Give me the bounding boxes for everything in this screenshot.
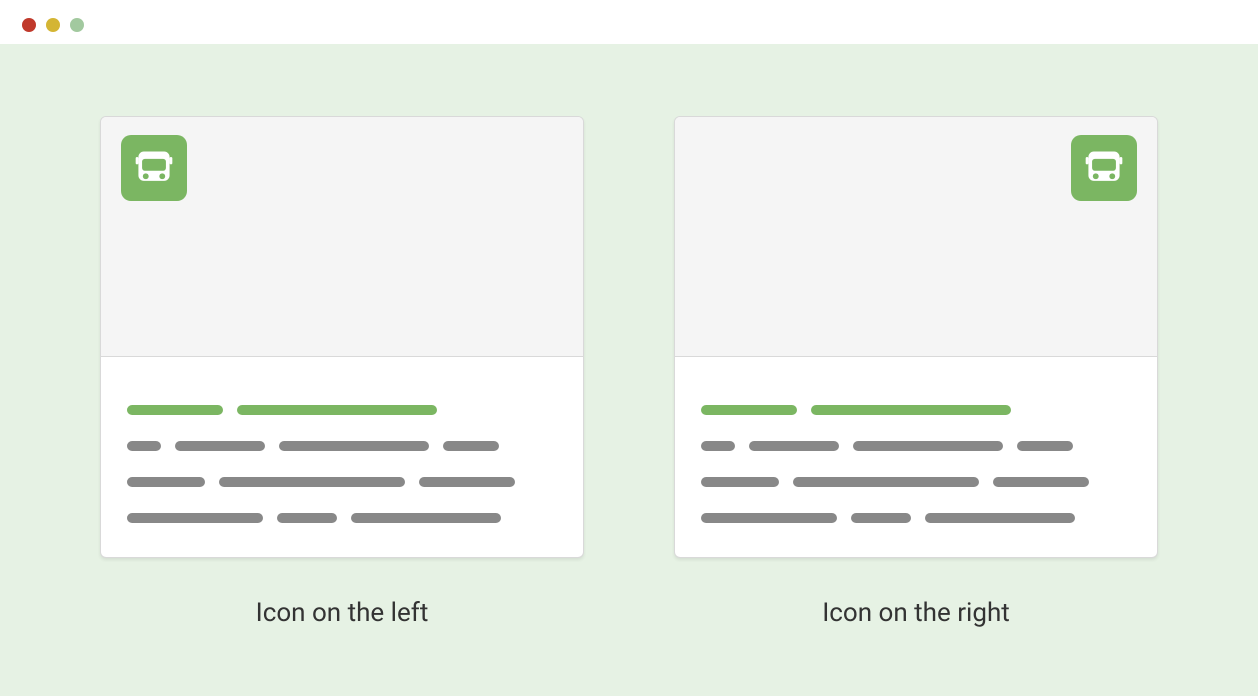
placeholder-segment xyxy=(811,405,1011,415)
placeholder-text-line xyxy=(701,441,1131,451)
placeholder-segment xyxy=(219,477,405,487)
bus-icon xyxy=(132,146,176,190)
placeholder-title-line xyxy=(127,405,557,415)
window-close-button[interactable] xyxy=(22,18,36,32)
caption-right: Icon on the right xyxy=(822,598,1010,628)
placeholder-segment xyxy=(127,477,205,487)
placeholder-segment xyxy=(701,405,797,415)
card-body-left xyxy=(101,357,583,557)
bus-icon xyxy=(1082,146,1126,190)
placeholder-text-line xyxy=(701,477,1131,487)
card-header-left xyxy=(101,117,583,357)
caption-left: Icon on the left xyxy=(256,598,429,628)
placeholder-segment xyxy=(925,513,1075,523)
placeholder-segment xyxy=(237,405,437,415)
placeholder-segment xyxy=(419,477,515,487)
placeholder-title-line xyxy=(701,405,1131,415)
placeholder-segment xyxy=(701,477,779,487)
placeholder-segment xyxy=(993,477,1089,487)
placeholder-segment xyxy=(1017,441,1073,451)
placeholder-segment xyxy=(749,441,839,451)
window-maximize-button[interactable] xyxy=(70,18,84,32)
placeholder-segment xyxy=(277,513,337,523)
placeholder-segment xyxy=(351,513,501,523)
icon-badge-left xyxy=(121,135,187,201)
placeholder-text-line xyxy=(127,441,557,451)
placeholder-segment xyxy=(279,441,429,451)
icon-badge-right xyxy=(1071,135,1137,201)
placeholder-segment xyxy=(175,441,265,451)
placeholder-segment xyxy=(127,405,223,415)
window-controls xyxy=(0,0,1258,32)
card-left xyxy=(100,116,584,558)
placeholder-segment xyxy=(443,441,499,451)
example-left: Icon on the left xyxy=(100,116,584,656)
window-minimize-button[interactable] xyxy=(46,18,60,32)
card-body-right xyxy=(675,357,1157,557)
card-right xyxy=(674,116,1158,558)
placeholder-text-line xyxy=(701,513,1131,523)
placeholder-segment xyxy=(701,513,837,523)
placeholder-segment xyxy=(127,513,263,523)
placeholder-segment xyxy=(793,477,979,487)
placeholder-segment xyxy=(851,513,911,523)
placeholder-text-line xyxy=(127,477,557,487)
content-area: Icon on the left xyxy=(0,44,1258,696)
placeholder-segment xyxy=(853,441,1003,451)
example-right: Icon on the right xyxy=(674,116,1158,656)
placeholder-text-line xyxy=(127,513,557,523)
placeholder-segment xyxy=(701,441,735,451)
placeholder-segment xyxy=(127,441,161,451)
card-header-right xyxy=(675,117,1157,357)
